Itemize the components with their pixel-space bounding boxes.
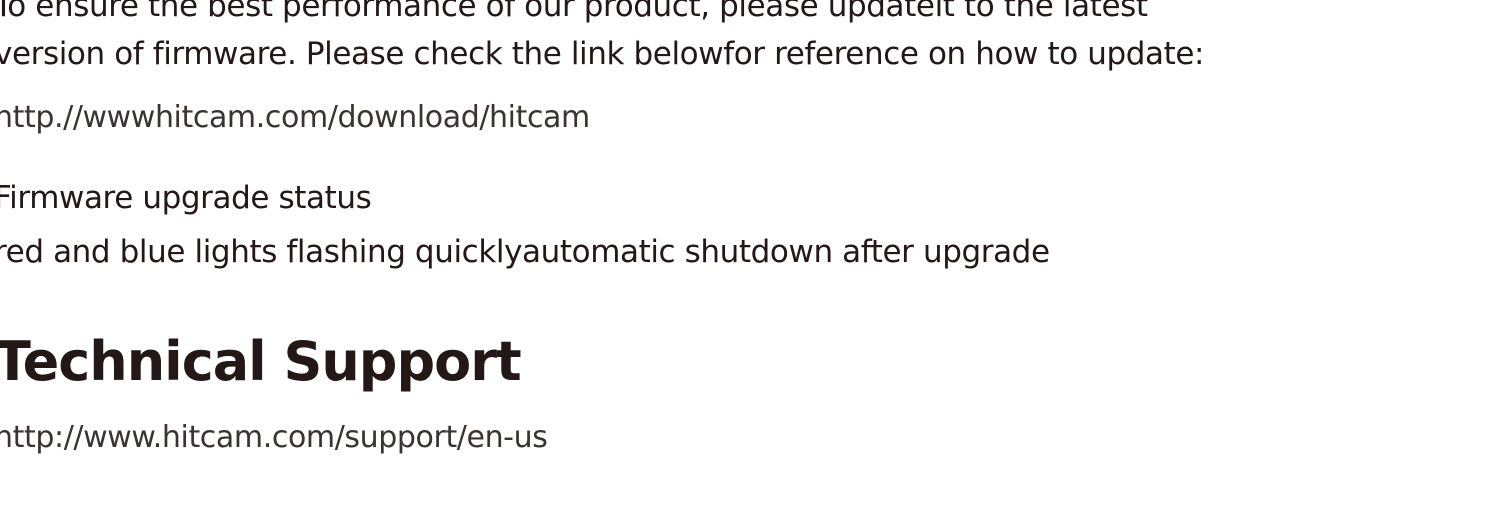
firmware-status-text: red and blue lights flashing quicklyauto… (0, 234, 1050, 270)
firmware-status-heading: Firmware upgrade status (0, 180, 372, 216)
firmware-intro-line-1: To ensure the best performance of our pr… (0, 0, 1148, 24)
technical-support-heading: Technical Support (0, 330, 522, 393)
firmware-download-link[interactable]: http.//wwwhitcam.com/download/hitcam (0, 100, 590, 135)
manual-page: To ensure the best performance of our pr… (0, 0, 1508, 530)
firmware-intro-line-2: version of firmware. Please check the li… (0, 36, 1205, 72)
support-link[interactable]: http://www.hitcam.com/support/en-us (0, 420, 548, 455)
